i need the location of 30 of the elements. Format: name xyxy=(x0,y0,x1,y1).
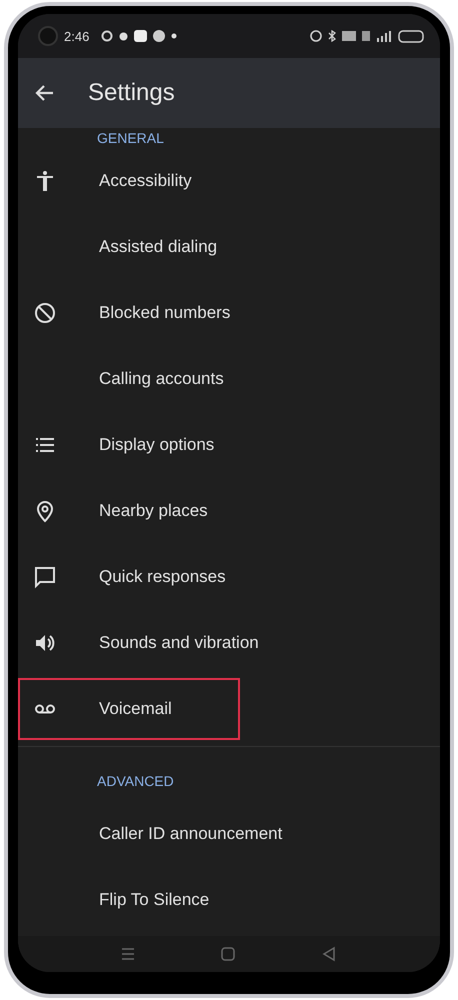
dot-icon xyxy=(119,32,128,40)
app-notification-icon xyxy=(134,30,148,42)
blocked-icon xyxy=(33,301,57,325)
settings-item[interactable]: Sounds and vibration xyxy=(18,612,261,674)
status-time: 2:46 xyxy=(64,28,90,44)
settings-item[interactable]: Display options xyxy=(18,414,240,476)
settings-item[interactable]: Quick responses xyxy=(18,546,240,608)
settings-item[interactable]: Caller ID announcement xyxy=(18,803,284,865)
camera-icon xyxy=(38,26,58,46)
screen-title: Settings xyxy=(88,79,175,107)
settings-item[interactable]: Calling accounts xyxy=(18,348,240,410)
signal-icon xyxy=(376,30,392,42)
menu-icon[interactable] xyxy=(120,947,135,961)
app-notification-icon xyxy=(153,30,166,42)
settings-item[interactable]: Blocked numbers xyxy=(18,282,240,344)
dot-icon xyxy=(171,33,178,39)
ring-icon xyxy=(101,30,114,42)
settings-item[interactable]: Accessibility xyxy=(18,150,240,212)
back-triangle-icon[interactable] xyxy=(321,946,338,962)
settings-item[interactable]: Assisted dialing xyxy=(18,216,240,278)
battery-icon xyxy=(398,30,424,42)
section-header: ADVANCED xyxy=(97,773,174,789)
section-header: GENERAL xyxy=(97,130,164,146)
chat-bubble-icon xyxy=(33,565,57,589)
settings-item[interactable]: Nearby places xyxy=(18,480,240,542)
settings-item[interactable]: Flip To Silence xyxy=(18,869,240,931)
bluetooth-icon xyxy=(328,30,336,42)
home-square-icon[interactable] xyxy=(220,946,236,962)
back-arrow-icon[interactable] xyxy=(34,84,54,102)
highlighted-settings-item[interactable]: Voicemail xyxy=(18,678,240,740)
